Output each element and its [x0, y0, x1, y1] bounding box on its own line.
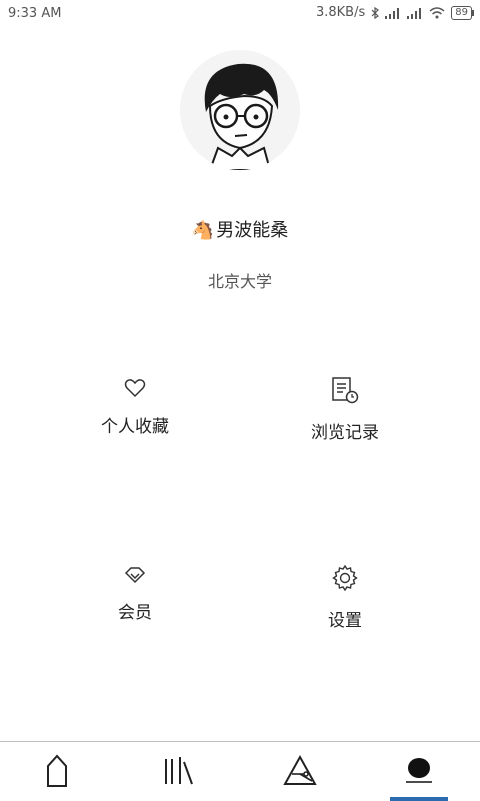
signal-icon [385, 7, 400, 19]
battery-icon: 89 [451, 5, 474, 20]
nickname-text: 男波能桑 [216, 220, 289, 241]
profile-icon [406, 758, 432, 783]
signal-icon [407, 7, 422, 19]
avatar-illustration [204, 63, 279, 170]
settings-label: 设置 [328, 611, 362, 631]
avatar[interactable] [180, 50, 300, 170]
wifi-icon [429, 6, 445, 18]
nickname: 🐴 男波能桑 [0, 216, 480, 242]
vip-button[interactable]: 会员 [55, 566, 215, 623]
status-time: 9:33 AM [8, 6, 62, 21]
favorites-label: 个人收藏 [101, 417, 169, 437]
diamond-icon [124, 567, 146, 584]
favorites-button[interactable]: 个人收藏 [55, 378, 215, 437]
battery-level: 89 [455, 6, 468, 18]
heart-icon [124, 379, 146, 398]
vip-label: 会员 [118, 603, 152, 623]
network-speed: 3.8KB/s [315, 5, 366, 20]
nav-library[interactable] [120, 742, 240, 801]
library-icon [165, 757, 193, 785]
history-icon [332, 377, 359, 404]
active-tab-indicator [390, 797, 448, 801]
settings-button[interactable]: 设置 [265, 564, 425, 631]
discover-icon [283, 754, 317, 785]
gear-icon [332, 564, 358, 592]
nav-profile[interactable] [360, 742, 480, 801]
history-button[interactable]: 浏览记录 [265, 376, 425, 443]
bottom-nav [0, 741, 480, 801]
status-bar: 9:33 AM 3.8KB/s 89 [0, 0, 480, 26]
bluetooth-icon [371, 6, 380, 19]
history-label: 浏览记录 [311, 423, 379, 443]
nav-discover[interactable] [240, 742, 360, 801]
horse-emoji-icon: 🐴 [191, 220, 215, 241]
nav-home[interactable] [0, 742, 120, 801]
school-label: 北京大学 [207, 272, 272, 291]
home-icon [47, 754, 67, 787]
